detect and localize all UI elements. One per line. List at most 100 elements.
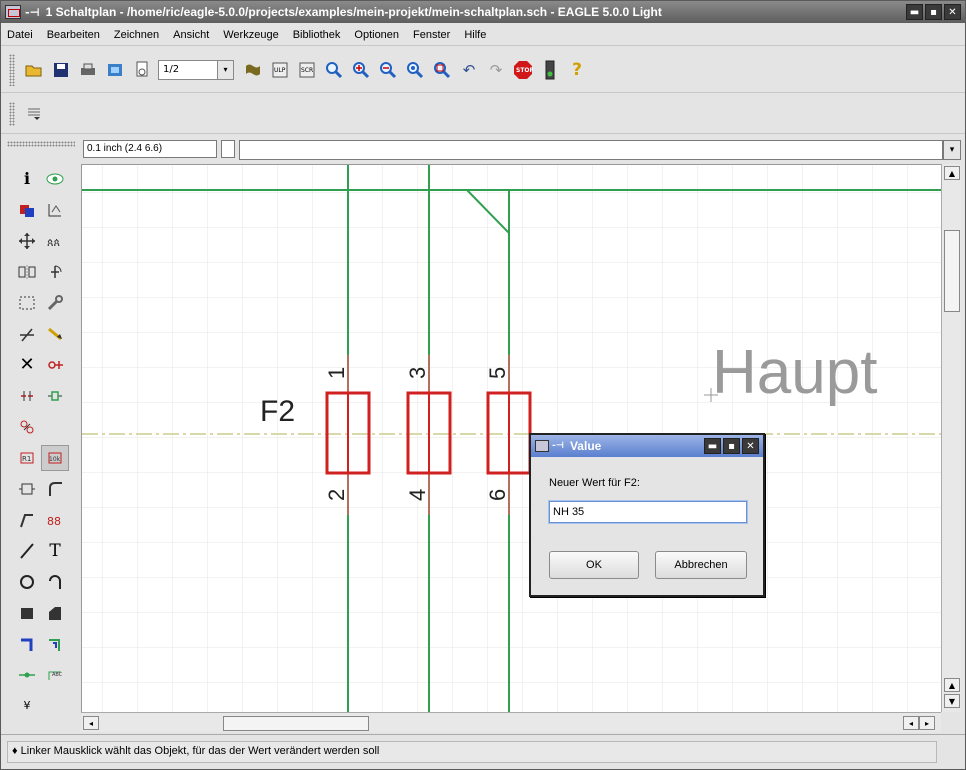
value-icon[interactable]: 10k — [41, 444, 69, 471]
wire-icon[interactable] — [13, 538, 41, 564]
app-icon[interactable] — [5, 5, 21, 19]
gateswap-icon[interactable] — [13, 414, 41, 440]
menu-zeichnen[interactable]: Zeichnen — [114, 29, 159, 41]
part-name-label[interactable]: F2 — [260, 395, 295, 428]
schematic-canvas[interactable]: F2 1 3 5 2 4 6 Haupt — [81, 164, 941, 712]
cut-icon[interactable] — [13, 321, 41, 347]
display-icon[interactable] — [13, 197, 41, 223]
text-icon[interactable]: T — [41, 538, 69, 564]
undo-icon[interactable]: ↶ — [458, 59, 480, 81]
miter-icon[interactable] — [41, 476, 69, 502]
rotate-icon[interactable] — [41, 259, 69, 285]
dialog-maximize-button[interactable]: ▪ — [723, 438, 740, 454]
sheet-combo-value[interactable]: 1/2 — [158, 59, 218, 80]
pin-label-4: 4 — [405, 489, 430, 501]
zoom-in-icon[interactable] — [350, 59, 372, 81]
info-icon[interactable]: i — [13, 166, 41, 192]
scroll-up-button-lower[interactable]: ▲ — [944, 678, 960, 692]
list-icon[interactable] — [23, 103, 45, 125]
run-ulp-icon[interactable]: ULP — [269, 59, 291, 81]
script-run-icon[interactable]: SCR — [296, 59, 318, 81]
group-icon[interactable] — [13, 290, 41, 316]
bus-icon[interactable] — [13, 631, 41, 657]
minimize-button[interactable]: ▬ — [906, 4, 923, 20]
chevron-down-icon[interactable]: ▾ — [943, 140, 961, 160]
expand-palette-icon[interactable]: ¥ — [13, 693, 41, 719]
junction-icon[interactable] — [13, 662, 41, 688]
zoom-select-icon[interactable] — [431, 59, 453, 81]
chevron-down-icon[interactable]: ▾ — [218, 59, 234, 80]
menu-bearbeiten[interactable]: Bearbeiten — [47, 29, 100, 41]
delete-icon[interactable]: ✕ — [13, 352, 41, 378]
show-icon[interactable] — [41, 166, 69, 192]
sheet-combo[interactable]: 1/2 ▾ — [158, 59, 234, 80]
stop-icon[interactable]: STOP — [512, 59, 534, 81]
close-button[interactable]: ✕ — [944, 4, 961, 20]
menu-werkzeuge[interactable]: Werkzeuge — [223, 29, 278, 41]
redraw-icon[interactable] — [404, 59, 426, 81]
split-icon[interactable] — [13, 507, 41, 533]
redo-icon[interactable]: ↷ — [485, 59, 507, 81]
pin-icon[interactable]: -⊣ — [552, 441, 564, 451]
add-icon[interactable] — [41, 352, 69, 378]
script-icon[interactable] — [242, 59, 264, 81]
net-icon[interactable] — [41, 631, 69, 657]
toolbar-grip[interactable] — [9, 53, 15, 86]
menu-datei[interactable]: Datei — [7, 29, 33, 41]
polygon-icon[interactable] — [41, 600, 69, 626]
paste-icon[interactable] — [41, 321, 69, 347]
arc-icon[interactable] — [41, 569, 69, 595]
mirror-icon[interactable] — [13, 259, 41, 285]
rect-icon[interactable] — [13, 600, 41, 626]
change-icon[interactable] — [41, 290, 69, 316]
vertical-scrollbar[interactable]: ▲ ▲ ▼ — [941, 164, 961, 712]
help-icon[interactable]: ? — [566, 59, 588, 81]
schematic-drawing[interactable]: F2 1 3 5 2 4 6 Haupt — [82, 165, 941, 712]
cam-processor-icon[interactable] — [104, 59, 126, 81]
scroll-left-button-right[interactable]: ◂ — [903, 716, 919, 730]
dialog-title-bar[interactable]: -⊣ Value ▬ ▪ ✕ — [531, 435, 763, 457]
mark-icon[interactable] — [41, 197, 69, 223]
dialog-close-button[interactable]: ✕ — [742, 438, 759, 454]
scroll-up-button[interactable]: ▲ — [944, 166, 960, 180]
open-icon[interactable] — [23, 59, 45, 81]
smash-icon[interactable] — [13, 476, 41, 502]
zoom-out-icon[interactable] — [377, 59, 399, 81]
move-icon[interactable] — [13, 228, 41, 254]
ok-button[interactable]: OK — [549, 551, 639, 579]
toolbar-grip[interactable] — [9, 101, 15, 126]
sheet-icon[interactable] — [131, 59, 153, 81]
print-icon[interactable] — [77, 59, 99, 81]
replace-icon[interactable] — [41, 383, 69, 409]
value-input[interactable]: NH 35 — [549, 501, 747, 523]
go-icon[interactable] — [539, 59, 561, 81]
dialog-minimize-button[interactable]: ▬ — [704, 438, 721, 454]
scroll-right-button[interactable]: ▸ — [919, 716, 935, 730]
menu-fenster[interactable]: Fenster — [413, 29, 450, 41]
menu-ansicht[interactable]: Ansicht — [173, 29, 209, 41]
save-icon[interactable] — [50, 59, 72, 81]
dialog-app-icon[interactable] — [535, 440, 549, 452]
horizontal-scrollbar[interactable]: ◂ ◂ ▸ — [81, 712, 941, 732]
command-history-field[interactable] — [221, 140, 235, 158]
horizontal-scroll-thumb[interactable] — [223, 716, 369, 731]
cancel-button[interactable]: Abbrechen — [655, 551, 747, 579]
vertical-scroll-thumb[interactable] — [944, 230, 960, 312]
menu-optionen[interactable]: Optionen — [354, 29, 399, 41]
command-line-input[interactable] — [239, 140, 943, 160]
zoom-fit-icon[interactable] — [323, 59, 345, 81]
scroll-down-button[interactable]: ▼ — [944, 694, 960, 708]
menu-bibliothek[interactable]: Bibliothek — [293, 29, 341, 41]
label-icon[interactable]: ABC — [41, 662, 69, 688]
dialog-title: Value — [569, 439, 602, 453]
pinswap-icon[interactable] — [13, 383, 41, 409]
name-icon[interactable]: R1 — [13, 445, 41, 471]
title-bar[interactable]: -⊣ 1 Schaltplan - /home/ric/eagle-5.0.0/… — [1, 1, 965, 23]
pin-icon[interactable]: -⊣ — [25, 6, 40, 19]
invoke-icon[interactable]: 88 — [41, 507, 69, 533]
scroll-left-button[interactable]: ◂ — [83, 716, 99, 730]
maximize-button[interactable]: ▪ — [925, 4, 942, 20]
copy-icon[interactable]: ጰጰ — [41, 228, 69, 254]
menu-hilfe[interactable]: Hilfe — [464, 29, 486, 41]
circle-icon[interactable] — [13, 569, 41, 595]
